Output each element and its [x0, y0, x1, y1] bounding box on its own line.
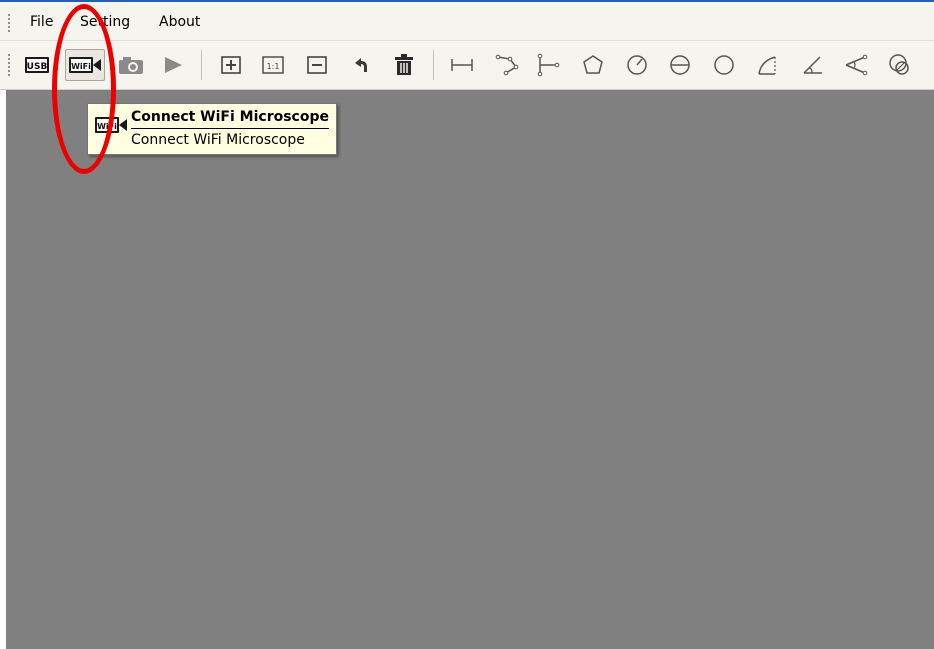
actual-size-icon: 1:1	[262, 56, 284, 74]
three-point-circle-icon	[714, 55, 734, 75]
delete-button[interactable]	[388, 49, 420, 81]
connect-usb-button[interactable]: USB	[21, 49, 53, 81]
arc-measure-icon	[758, 56, 776, 75]
svg-text:WiFi: WiFi	[97, 122, 117, 131]
measure-line-button[interactable]	[446, 49, 478, 81]
measure-circle-button[interactable]	[708, 49, 740, 81]
four-point-angle-icon	[845, 54, 868, 76]
measure-arc-button[interactable]	[752, 49, 784, 81]
zoom-out-button[interactable]	[301, 49, 333, 81]
toolbar-separator	[433, 50, 434, 80]
polyline-measure-icon	[495, 54, 519, 76]
menu-about[interactable]: About	[159, 12, 200, 32]
zoom-reset-button[interactable]: 1:1	[257, 49, 289, 81]
menu-setting[interactable]: Setting	[80, 12, 130, 32]
measure-concentric-button[interactable]	[884, 49, 916, 81]
play-icon	[165, 57, 182, 73]
measure-perpendicular-button[interactable]	[532, 49, 564, 81]
line-measure-icon	[451, 59, 473, 71]
wifi-camera-icon: WiFi	[95, 117, 127, 133]
angle-measure-icon	[803, 56, 822, 74]
zoom-out-icon	[307, 56, 327, 74]
snapshot-button[interactable]	[115, 49, 147, 81]
toolbar: USB WiFi 1:1	[0, 41, 934, 90]
zoom-in-button[interactable]	[215, 49, 247, 81]
usb-camera-icon: USB	[25, 57, 49, 73]
svg-text:WiFi: WiFi	[71, 62, 91, 71]
measure-four-point-angle-button[interactable]	[840, 49, 872, 81]
measure-radius-button[interactable]	[621, 49, 653, 81]
undo-button[interactable]	[345, 49, 377, 81]
menu-grip[interactable]	[8, 14, 10, 32]
measure-diameter-button[interactable]	[664, 49, 696, 81]
menu-file[interactable]: File	[30, 12, 53, 32]
measure-polyline-button[interactable]	[491, 49, 523, 81]
tooltip-description: Connect WiFi Microscope	[131, 132, 305, 148]
radius-circle-icon	[627, 55, 647, 75]
connect-wifi-button[interactable]: WiFi	[65, 49, 105, 81]
svg-text:1:1: 1:1	[267, 62, 280, 71]
tooltip-title: Connect WiFi Microscope	[131, 109, 329, 125]
tooltip-divider	[131, 128, 329, 129]
diameter-circle-icon	[670, 55, 690, 75]
menu-bar: File Setting About	[0, 2, 934, 41]
perpendicular-measure-icon	[537, 53, 560, 77]
measure-angle-button[interactable]	[797, 49, 829, 81]
tooltip-icon-wrap: WiFi	[94, 114, 128, 140]
camera-icon	[119, 57, 143, 74]
image-viewport[interactable]	[6, 90, 934, 649]
play-button[interactable]	[157, 49, 189, 81]
svg-text:USB: USB	[27, 62, 48, 72]
undo-icon	[355, 58, 367, 72]
toolbar-separator	[201, 50, 202, 80]
toolbar-grip[interactable]	[8, 54, 10, 76]
trash-icon	[395, 54, 413, 75]
concentric-circle-icon	[889, 54, 909, 75]
polygon-measure-icon	[583, 55, 603, 74]
tooltip: WiFi Connect WiFi Microscope Connect WiF…	[87, 103, 337, 155]
wifi-camera-icon: WiFi	[69, 57, 101, 73]
zoom-in-icon	[221, 56, 241, 74]
measure-polygon-button[interactable]	[577, 49, 609, 81]
